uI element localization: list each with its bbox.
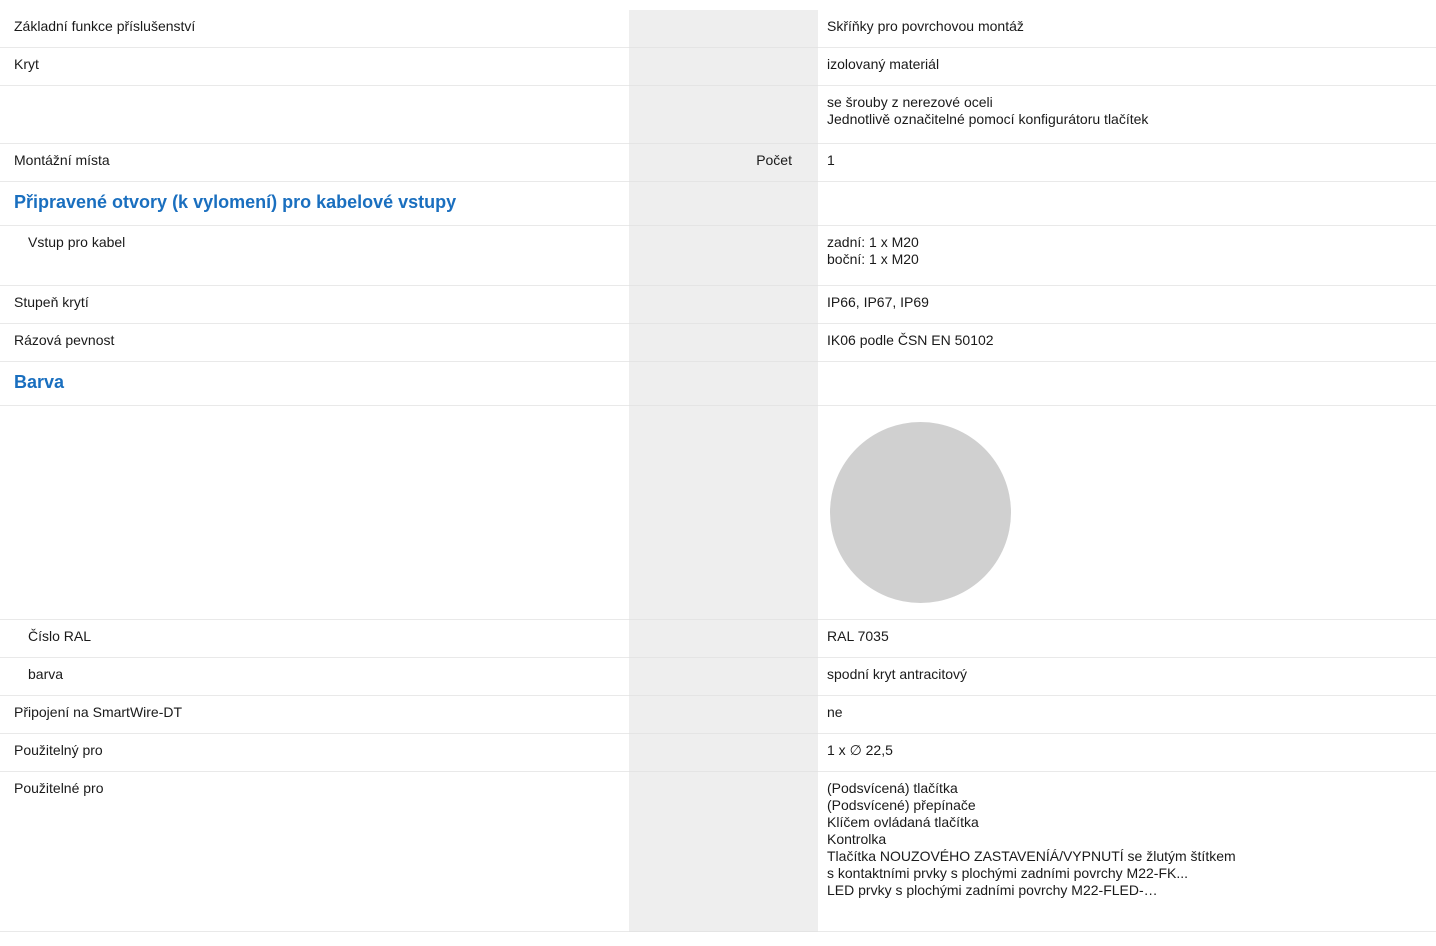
row-unit [629,696,818,734]
row-unit [629,620,818,658]
value-line: Skříňky pro povrchovou montáž [827,18,1024,34]
row-value [818,362,1436,406]
row-unit [629,658,818,696]
row-unit [629,182,818,226]
row-label-pouzitelne-pro: Použitelné pro [0,772,629,932]
row-unit [629,226,818,286]
row-value: ne [818,696,1436,734]
value-line: Klíčem ovládaná tlačítka [827,814,979,830]
row-value [818,406,1436,620]
row-value: IP66, IP67, IP69 [818,286,1436,324]
value-line: Jednotlivě označitelné pomocí konfigurát… [827,111,1149,127]
value-line: ne [827,704,843,720]
value-line: boční: 1 x M20 [827,251,919,267]
row-value: izolovaný materiál [818,48,1436,86]
row-label [0,406,629,620]
row-unit: Počet [629,144,818,182]
value-line: (Podsvícené) přepínače [827,797,976,813]
row-unit [629,362,818,406]
value-line: izolovaný materiál [827,56,940,72]
row-value: 1 x ∅ 22,5 [818,734,1436,772]
row-label-stupen-kryti: Stupeň krytí [0,286,629,324]
spec-table: Základní funkce příslušenství Skříňky pro… [0,10,1436,932]
row-label-montazni-mista: Montážní místa [0,144,629,182]
value-line: RAL 7035 [827,628,889,644]
value-line: IK06 podle ČSN EN 50102 [827,332,994,348]
row-label-kryt: Kryt [0,48,629,86]
row-label-zakladni-funkce-prislusenstvi: Základní funkce příslušenství [0,10,629,48]
row-label [0,86,629,144]
row-value: spodní kryt antracitový [818,658,1436,696]
value-line: s kontaktními prvky s plochými zadními p… [827,865,1188,881]
value-line: 1 x ∅ 22,5 [827,742,893,758]
row-label-cislo-ral: Číslo RAL [0,620,629,658]
row-unit [629,324,818,362]
row-label-pouzitelny-pro: Použitelný pro [0,734,629,772]
row-label-barva: barva [0,658,629,696]
row-value: zadní: 1 x M20 boční: 1 x M20 [818,226,1436,286]
row-value: IK06 podle ČSN EN 50102 [818,324,1436,362]
value-line: 1 [827,152,835,168]
value-line: Tlačítka NOUZOVÉHO ZASTAVENÍÁ/VYPNUTÍ se… [827,848,1236,864]
row-unit [629,286,818,324]
row-label-pripojeni-na-smartwire-dt: Připojení na SmartWire-DT [0,696,629,734]
row-value: Skříňky pro povrchovou montáž [818,10,1436,48]
row-value: (Podsvícená) tlačítka (Podsvícené) přepín… [818,772,1436,932]
section-heading: Barva [0,362,629,406]
value-line: (Podsvícená) tlačítka [827,780,958,796]
row-unit [629,10,818,48]
row-unit [629,734,818,772]
row-value [818,182,1436,226]
value-line: LED prvky s plochými zadními povrchy M22… [827,882,1158,898]
row-value: se šrouby z nerezové oceli Jednotlivě ozn… [818,86,1436,144]
color-swatch [830,422,1011,603]
value-line: Kontrolka [827,831,887,847]
row-value: 1 [818,144,1436,182]
row-unit [629,86,818,144]
row-unit [629,48,818,86]
row-unit [629,406,818,620]
row-unit [629,772,818,932]
value-line: spodní kryt antracitový [827,666,968,682]
value-line: zadní: 1 x M20 [827,234,919,250]
row-label-vstup-pro-kabel: Vstup pro kabel [0,226,629,286]
value-line: se šrouby z nerezové oceli [827,94,993,110]
row-label-razova-pevnost: Rázová pevnost [0,324,629,362]
section-heading: Připravené otvory (k vylomení) pro kabel… [0,182,629,226]
value-line: IP66, IP67, IP69 [827,294,929,310]
row-value: RAL 7035 [818,620,1436,658]
